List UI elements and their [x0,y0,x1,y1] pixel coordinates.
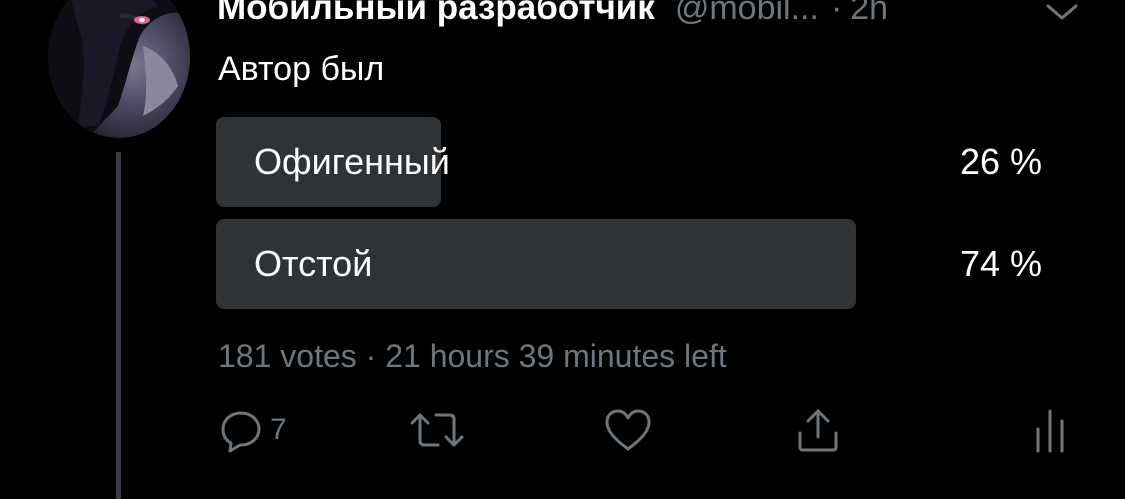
poll-option-label: Офигенный [254,141,450,182]
author-handle[interactable]: @mobil... [675,0,819,28]
reply-count: 7 [270,413,287,446]
poll-option-percent: 74 % [959,243,1042,284]
author-name[interactable]: Мобильный разработчик [217,0,655,28]
tweet-text: Автор был [218,50,385,88]
heart-icon [605,409,651,451]
poll-option-percent: 26 % [959,141,1042,182]
retweet-icon [410,413,464,447]
thread-line [116,152,121,499]
reply-icon [221,411,261,453]
poll-option: Офигенный 26 % [216,117,1044,207]
share-button[interactable] [795,404,841,456]
analytics-button[interactable] [1030,404,1070,456]
tweet-time[interactable]: 2h [850,0,888,28]
avatar-image [48,0,190,138]
poll-meta: 181 votes · 21 hours 39 minutes left [218,338,727,374]
chevron-down-icon [1046,4,1078,20]
separator-dot: · [830,0,843,27]
poll-option-label: Отстой [254,243,373,284]
tweet-header: Мобильный разработчик @mobil... · 2h [217,0,888,38]
retweet-button[interactable] [408,404,466,456]
like-button[interactable] [603,404,653,456]
more-options-button[interactable] [1042,0,1082,24]
share-icon [798,409,838,452]
analytics-icon [1036,409,1064,453]
avatar[interactable] [48,0,190,138]
poll-option: Отстой 74 % [216,219,1044,309]
reply-button[interactable]: 7 [218,404,287,456]
